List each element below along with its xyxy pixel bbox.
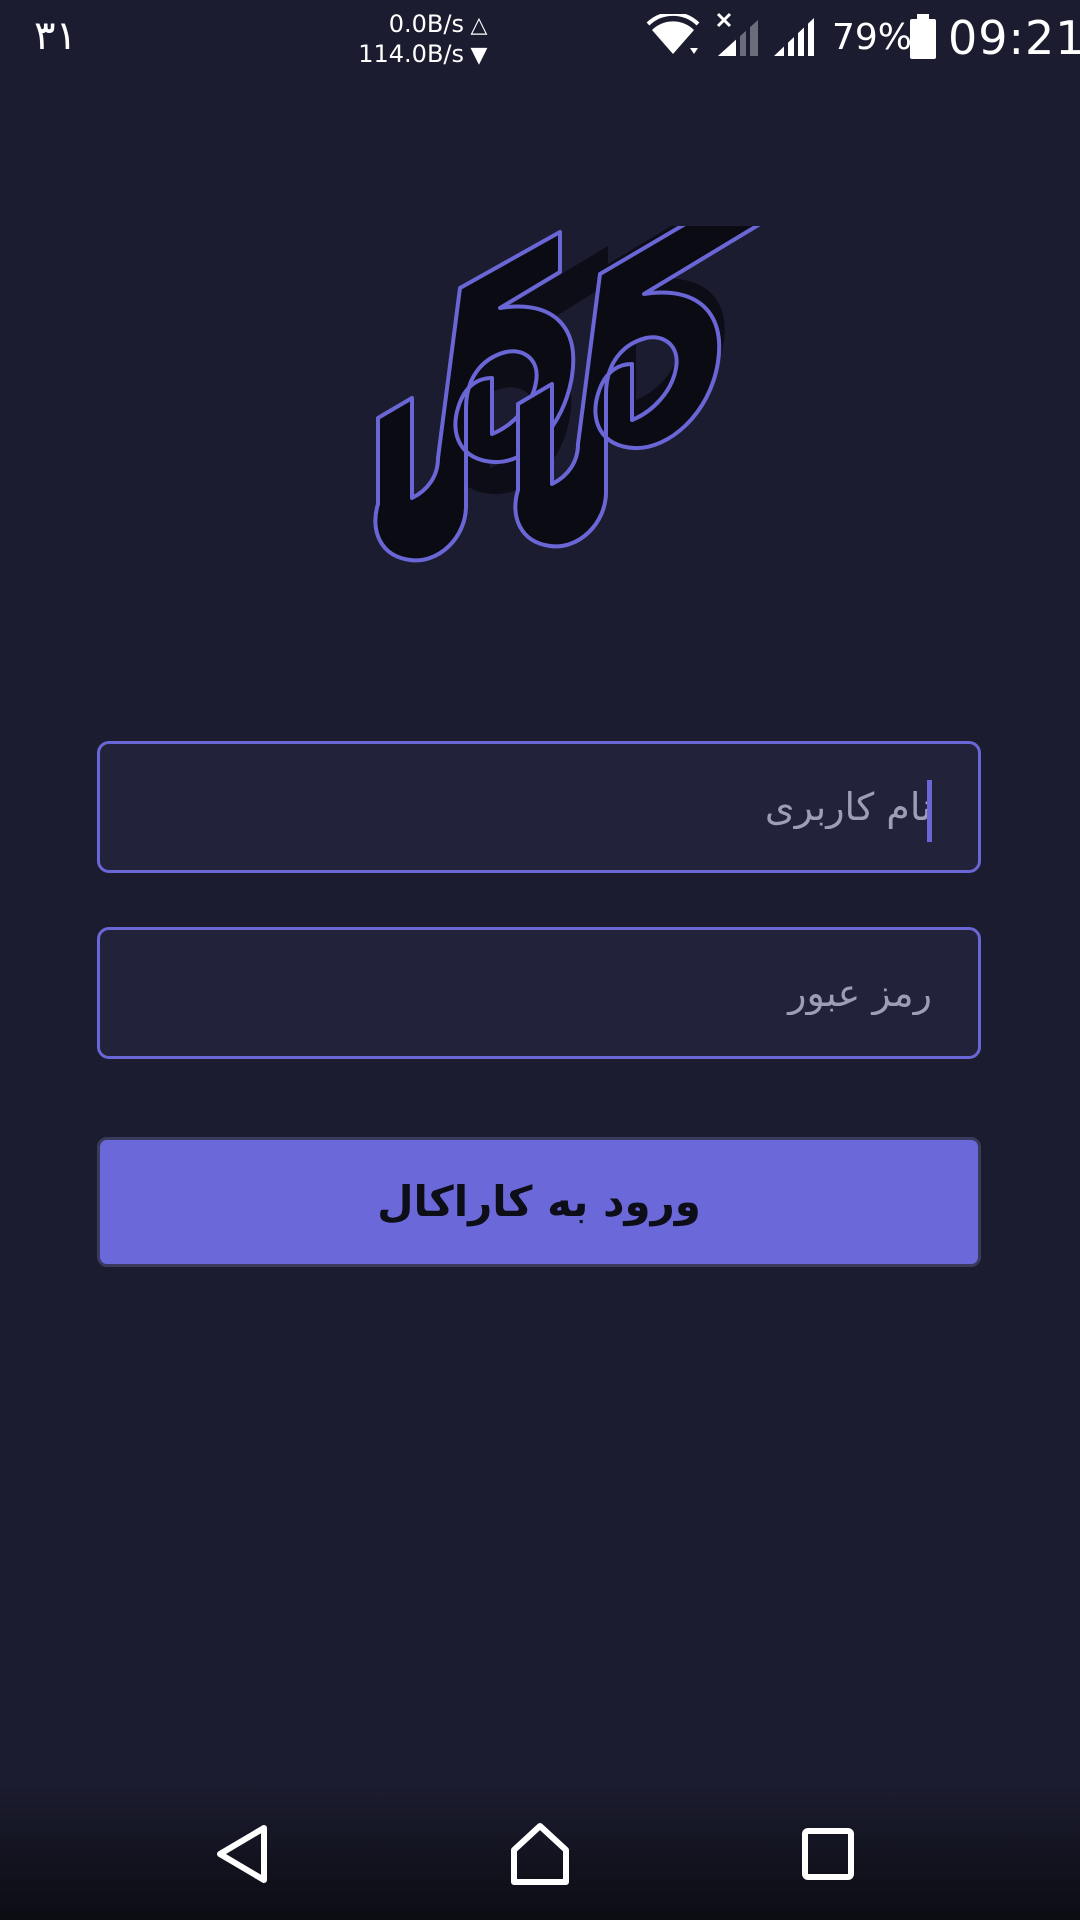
download-arrow-icon: ▼ — [470, 43, 488, 68]
status-bar: ۳۱ 0.0B/s △ 114.0B/s ▼ 79% 09:21 — [0, 0, 1080, 76]
clock: 09:21 — [948, 11, 1080, 65]
password-field[interactable] — [97, 927, 981, 1059]
network-speed: 0.0B/s △ 114.0B/s ▼ — [350, 10, 490, 70]
recent-apps-icon — [802, 1828, 854, 1880]
download-speed-row: 114.0B/s ▼ — [350, 40, 490, 70]
battery-percentage: 79% — [832, 17, 913, 58]
navigation-bar — [0, 1784, 1080, 1920]
username-field[interactable] — [97, 741, 981, 873]
password-input[interactable] — [100, 930, 978, 1056]
login-screen: ۳۱ 0.0B/s △ 114.0B/s ▼ 79% 09:21 نام کار… — [0, 0, 1080, 1920]
download-speed: 114.0B/s — [358, 40, 464, 68]
recent-apps-button[interactable] — [780, 1806, 876, 1902]
app-logo — [300, 168, 780, 576]
back-button[interactable] — [194, 1806, 290, 1902]
back-icon — [217, 1825, 267, 1883]
upload-speed-row: 0.0B/s △ — [350, 10, 490, 40]
text-cursor — [927, 780, 932, 842]
home-icon — [511, 1823, 569, 1885]
signal-no-service-icon — [716, 12, 762, 64]
username-input[interactable] — [100, 744, 978, 870]
wifi-icon — [646, 11, 700, 62]
battery-icon — [908, 14, 938, 64]
notification-count: ۳۱ — [34, 13, 77, 59]
upload-speed: 0.0B/s — [388, 10, 464, 38]
login-button[interactable]: ورود به کاراکال — [97, 1137, 981, 1267]
upload-arrow-icon: △ — [470, 13, 488, 38]
home-button[interactable] — [492, 1806, 588, 1902]
signal-icon — [772, 14, 818, 64]
